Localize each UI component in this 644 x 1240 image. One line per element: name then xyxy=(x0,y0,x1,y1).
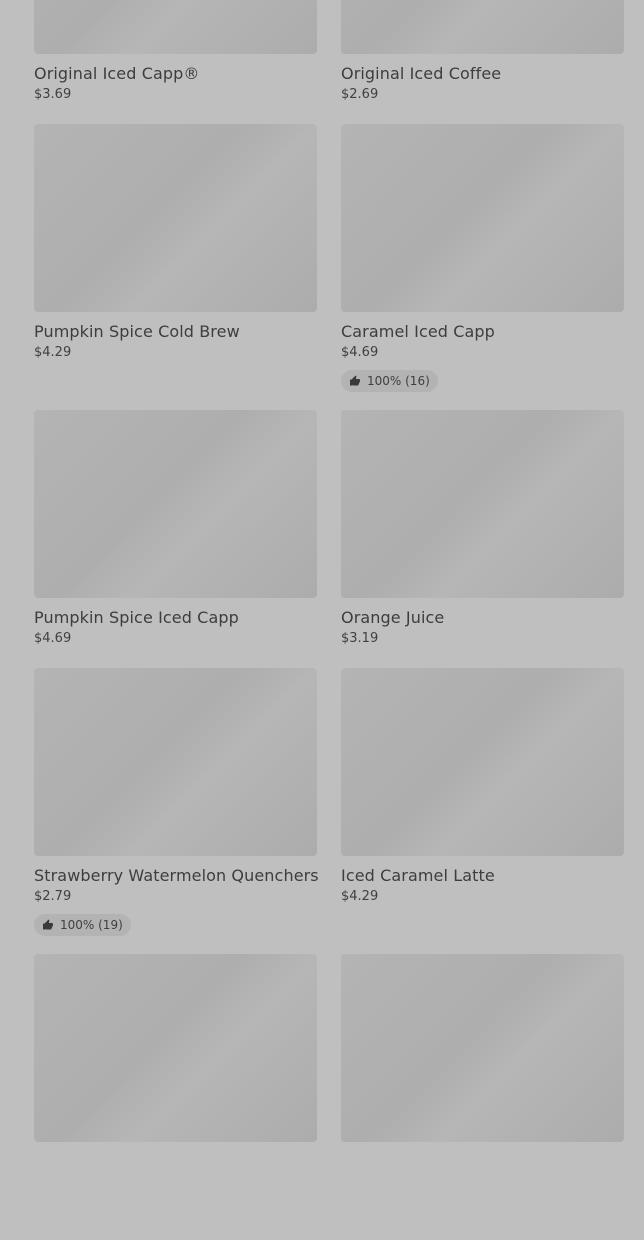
menu-item-grid: Original Iced Capp® $3.69 Original Iced … xyxy=(34,0,624,1240)
item-image[interactable] xyxy=(34,410,317,598)
item-name[interactable]: Iced Caramel Latte xyxy=(341,866,624,886)
item-image[interactable] xyxy=(341,668,624,856)
item-name[interactable]: Original Iced Coffee xyxy=(341,64,624,84)
menu-item-card[interactable] xyxy=(34,954,317,1240)
menu-item-card[interactable]: Pumpkin Spice Iced Capp $4.69 xyxy=(34,410,317,668)
item-name[interactable]: Pumpkin Spice Cold Brew xyxy=(34,322,317,342)
menu-item-card[interactable]: Pumpkin Spice Cold Brew $4.29 xyxy=(34,124,317,410)
item-name[interactable]: Strawberry Watermelon Quenchers xyxy=(34,866,319,886)
item-price: $4.69 xyxy=(341,345,379,360)
menu-item-card[interactable]: Original Iced Coffee $2.69 xyxy=(341,0,624,124)
item-image[interactable] xyxy=(34,668,317,856)
item-image[interactable] xyxy=(341,954,624,1142)
menu-item-card[interactable]: Orange Juice $3.19 xyxy=(341,410,624,668)
item-image[interactable] xyxy=(34,0,317,54)
rating-text: 100% (16) xyxy=(367,374,430,388)
item-image[interactable] xyxy=(341,410,624,598)
rating-badge: 100% (19) xyxy=(34,914,131,936)
item-image[interactable] xyxy=(341,124,624,312)
menu-item-card[interactable]: Iced Caramel Latte $4.29 xyxy=(341,668,624,954)
item-price: $4.29 xyxy=(34,345,72,360)
menu-item-card[interactable]: Original Iced Capp® $3.69 xyxy=(34,0,317,124)
rating-badge: 100% (16) xyxy=(341,370,438,392)
item-price: $4.29 xyxy=(341,889,379,904)
item-name[interactable]: Caramel Iced Capp xyxy=(341,322,624,342)
item-image[interactable] xyxy=(34,954,317,1142)
menu-item-card[interactable]: Strawberry Watermelon Quenchers $2.79 10… xyxy=(34,668,319,954)
item-name[interactable]: Orange Juice xyxy=(341,608,624,628)
item-image[interactable] xyxy=(341,0,624,54)
item-image[interactable] xyxy=(34,124,317,312)
item-price: $3.69 xyxy=(34,87,72,102)
thumbs-up-icon xyxy=(42,919,54,931)
item-name[interactable]: Pumpkin Spice Iced Capp xyxy=(34,608,317,628)
item-price: $3.19 xyxy=(341,631,379,646)
thumbs-up-icon xyxy=(349,375,361,387)
rating-text: 100% (19) xyxy=(60,918,123,932)
item-name[interactable]: Original Iced Capp® xyxy=(34,64,317,84)
menu-item-card[interactable] xyxy=(341,954,624,1240)
item-price: $2.79 xyxy=(34,889,72,904)
item-price: $4.69 xyxy=(34,631,72,646)
menu-item-card[interactable]: Caramel Iced Capp $4.69 100% (16) xyxy=(341,124,624,410)
item-price: $2.69 xyxy=(341,87,379,102)
